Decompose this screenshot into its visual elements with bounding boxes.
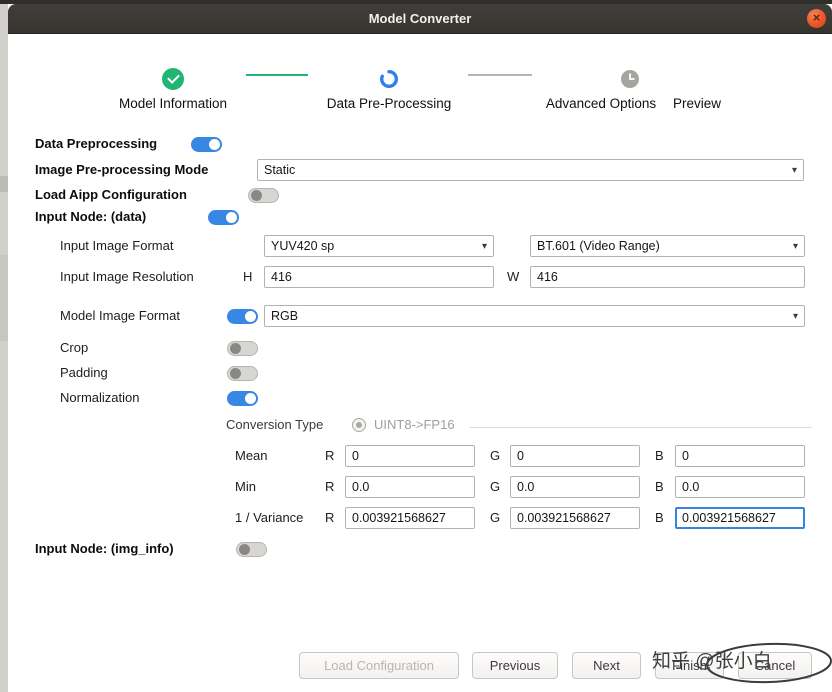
mean-r-input[interactable] <box>345 445 475 467</box>
padding-label: Padding <box>60 365 108 380</box>
mean-g-input[interactable] <box>510 445 640 467</box>
mean-b-input[interactable] <box>675 445 805 467</box>
chevron-down-icon: ▾ <box>792 310 798 322</box>
input-node-data-toggle[interactable] <box>208 210 239 225</box>
image-preprocessing-mode-select[interactable]: Static ▾ <box>257 159 804 181</box>
model-image-format-toggle[interactable] <box>227 309 258 324</box>
toggle-knob <box>209 139 220 150</box>
selected-value: Static <box>264 163 296 177</box>
mean-b-label: B <box>655 448 664 463</box>
variance-r-input[interactable] <box>345 507 475 529</box>
next-button[interactable]: Next <box>572 652 641 679</box>
input-image-resolution-label: Input Image Resolution <box>60 269 194 284</box>
chevron-down-icon: ▾ <box>481 240 487 252</box>
min-g-input[interactable] <box>510 476 640 498</box>
data-preprocessing-toggle[interactable] <box>191 137 222 152</box>
ellipse-stroke-icon <box>706 642 832 684</box>
selected-value: RGB <box>271 309 299 323</box>
toggle-knob <box>239 544 250 555</box>
divider <box>470 427 812 428</box>
window-title: Model Converter <box>368 11 472 26</box>
min-g-label: G <box>490 479 501 494</box>
load-configuration-button[interactable]: Load Configuration <box>299 652 459 679</box>
clock-icon <box>621 70 639 88</box>
variance-b-label: B <box>655 510 664 525</box>
color-range-select[interactable]: BT.601 (Video Range) ▾ <box>530 235 805 257</box>
min-b-input[interactable] <box>675 476 805 498</box>
selected-value: BT.601 (Video Range) <box>537 239 660 253</box>
step-connector-pending <box>468 74 532 76</box>
step-done-icon <box>162 68 184 90</box>
check-icon <box>167 71 180 84</box>
step-current-icon <box>379 69 399 89</box>
image-preprocessing-mode-label: Image Pre-processing Mode <box>35 162 209 177</box>
input-image-format-select[interactable]: YUV420 sp ▾ <box>264 235 494 257</box>
background-artifact <box>0 176 8 192</box>
conversion-type-radio[interactable] <box>352 418 366 432</box>
variance-label: 1 / Variance <box>235 510 304 525</box>
input-image-format-label: Input Image Format <box>60 238 174 253</box>
resolution-w-input[interactable] <box>530 266 805 288</box>
normalization-label: Normalization <box>60 390 140 405</box>
crop-toggle[interactable] <box>227 341 258 356</box>
titlebar[interactable]: Model Converter × <box>8 4 832 34</box>
load-aipp-configuration-toggle[interactable] <box>248 188 279 203</box>
conversion-type-option: UINT8->FP16 <box>374 417 455 432</box>
resolution-h-input[interactable] <box>264 266 494 288</box>
toggle-knob <box>230 368 241 379</box>
toggle-knob <box>251 190 262 201</box>
input-node-data-label: Input Node: (data) <box>35 209 147 224</box>
watermark-circle <box>703 640 832 686</box>
radio-dot-icon <box>356 422 362 428</box>
variance-g-input[interactable] <box>510 507 640 529</box>
toggle-knob <box>230 343 241 354</box>
progress-ring-icon <box>379 69 399 89</box>
mean-r-label: R <box>325 448 335 463</box>
normalization-toggle[interactable] <box>227 391 258 406</box>
input-node-img-info-toggle[interactable] <box>236 542 267 557</box>
toggle-knob <box>245 311 256 322</box>
step-connector-done <box>246 74 308 76</box>
step-pending-icon <box>620 69 640 89</box>
toggle-knob <box>245 393 256 404</box>
min-label: Min <box>235 479 256 494</box>
model-image-format-select[interactable]: RGB ▾ <box>264 305 805 327</box>
min-r-input[interactable] <box>345 476 475 498</box>
step-advanced-options[interactable]: Advanced Options <box>521 96 681 112</box>
model-image-format-label: Model Image Format <box>60 308 180 323</box>
data-preprocessing-label: Data Preprocessing <box>35 136 158 151</box>
mean-label: Mean <box>235 448 268 463</box>
variance-r-label: R <box>325 510 335 525</box>
toggle-knob <box>226 212 237 223</box>
step-data-pre-processing[interactable]: Data Pre-Processing <box>309 96 469 112</box>
padding-toggle[interactable] <box>227 366 258 381</box>
step-model-information[interactable]: Model Information <box>93 96 253 112</box>
input-node-img-info-label: Input Node: (img_info) <box>35 541 174 556</box>
load-aipp-configuration-label: Load Aipp Configuration <box>35 187 187 202</box>
step-preview[interactable]: Preview <box>673 96 721 112</box>
resolution-h-label: H <box>243 269 253 284</box>
conversion-type-label: Conversion Type <box>226 417 324 432</box>
crop-label: Crop <box>60 340 89 355</box>
close-icon[interactable]: × <box>807 9 826 28</box>
selected-value: YUV420 sp <box>271 239 335 253</box>
resolution-w-label: W <box>507 269 520 284</box>
min-b-label: B <box>655 479 664 494</box>
variance-g-label: G <box>490 510 501 525</box>
min-r-label: R <box>325 479 335 494</box>
chevron-down-icon: ▾ <box>791 164 797 176</box>
background-window-strip <box>0 4 8 692</box>
screen: Model Converter × Model Information Data… <box>0 0 832 692</box>
variance-b-input[interactable] <box>675 507 805 529</box>
background-artifact <box>0 255 8 341</box>
mean-g-label: G <box>490 448 501 463</box>
previous-button[interactable]: Previous <box>472 652 558 679</box>
chevron-down-icon: ▾ <box>792 240 798 252</box>
